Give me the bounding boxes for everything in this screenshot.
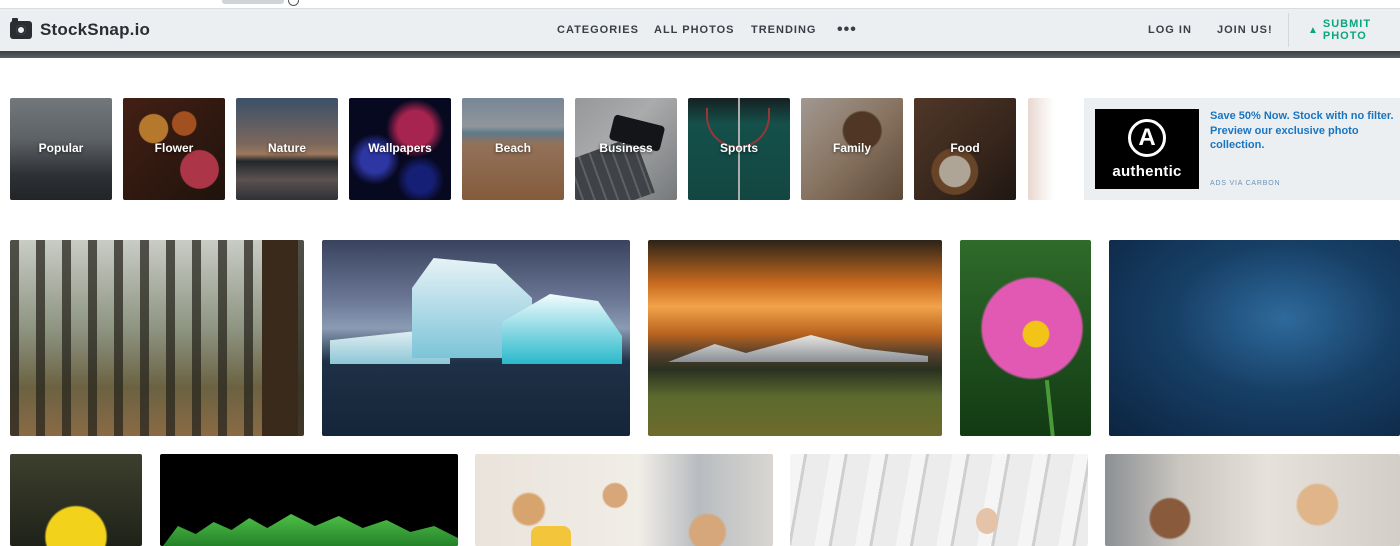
- category-label: Food: [950, 141, 980, 155]
- carbon-ad[interactable]: A authentic Save 50% Now. Stock with no …: [1084, 98, 1400, 200]
- category-tile-sports[interactable]: Sports: [688, 98, 790, 200]
- photo-bee-flower[interactable]: [960, 240, 1091, 436]
- ad-logo[interactable]: A authentic: [1095, 109, 1199, 189]
- photo-forest[interactable]: [10, 240, 304, 436]
- browser-top-strip: [0, 0, 1400, 9]
- category-tile-family[interactable]: Family: [801, 98, 903, 200]
- category-tile-partial[interactable]: [1028, 98, 1054, 200]
- upload-icon: ▲: [1308, 24, 1319, 36]
- photo-family-living-room[interactable]: [1105, 454, 1400, 546]
- stem-shape: [1044, 379, 1056, 436]
- nav-trending[interactable]: TRENDING: [751, 9, 816, 51]
- photo-man-stairs[interactable]: [790, 454, 1088, 546]
- site-logo[interactable]: StockSnap.io: [10, 18, 151, 40]
- header-shadow-band: [0, 51, 1400, 58]
- category-label: Family: [832, 141, 871, 155]
- category-tile-beach[interactable]: Beach: [462, 98, 564, 200]
- ads-via-carbon-link[interactable]: ADS VIA CARBON: [1210, 180, 1280, 187]
- tree-trunk-shape: [262, 240, 298, 436]
- browser-reload-icon[interactable]: [288, 0, 299, 6]
- mountain-shape: [668, 335, 928, 362]
- nav-all-photos-label[interactable]: ALL PHOTOS: [654, 24, 735, 36]
- join-link[interactable]: JOIN US!: [1217, 24, 1273, 36]
- site-header: StockSnap.io CATEGORIES ALL PHOTOS TREND…: [0, 9, 1400, 51]
- category-tile-flower[interactable]: Flower: [123, 98, 225, 200]
- category-tile-popular[interactable]: Popular: [10, 98, 112, 200]
- ad-logo-text: authentic: [1112, 162, 1182, 180]
- nav-more-menu[interactable]: •••: [837, 9, 857, 51]
- category-label: Business: [599, 141, 653, 155]
- ad-body-link[interactable]: Save 50% Now. Stock with no filter. Prev…: [1210, 109, 1398, 153]
- category-tile-wallpapers[interactable]: Wallpapers: [349, 98, 451, 200]
- camera-icon: [10, 18, 32, 39]
- category-label: Flower: [154, 141, 194, 155]
- category-label: Wallpapers: [368, 141, 432, 155]
- category-label: Sports: [719, 141, 758, 155]
- nav-join[interactable]: JOIN US!: [1217, 9, 1273, 51]
- nav-all-photos[interactable]: ALL PHOTOS: [654, 9, 735, 51]
- nav-log-in[interactable]: LOG IN: [1148, 9, 1192, 51]
- log-in-link[interactable]: LOG IN: [1148, 24, 1192, 36]
- nav-categories[interactable]: CATEGORIES: [557, 9, 639, 51]
- shirt-shape: [531, 526, 571, 546]
- nav-categories-label[interactable]: CATEGORIES: [557, 24, 639, 36]
- a-circle-icon: A: [1128, 118, 1166, 157]
- category-tile-business[interactable]: Business: [575, 98, 677, 200]
- photo-green-leaf[interactable]: [160, 454, 458, 546]
- category-tile-food[interactable]: Food: [914, 98, 1016, 200]
- logo-text: StockSnap.io: [40, 20, 151, 39]
- browser-tab-fragment[interactable]: [222, 0, 284, 4]
- category-tile-nature[interactable]: Nature: [236, 98, 338, 200]
- category-label: Popular: [38, 141, 84, 155]
- photo-family-kitchen[interactable]: [475, 454, 773, 546]
- photo-yellow-flower[interactable]: [10, 454, 142, 546]
- category-label: Beach: [494, 141, 532, 155]
- more-icon[interactable]: •••: [837, 21, 857, 39]
- submit-photo-button[interactable]: ▲ SUBMIT PHOTO: [1308, 9, 1400, 51]
- category-label: Nature: [267, 141, 306, 155]
- photo-night-sky[interactable]: [1109, 240, 1400, 436]
- photo-iceberg[interactable]: [322, 240, 630, 436]
- submit-photo-label[interactable]: SUBMIT PHOTO: [1323, 18, 1400, 42]
- leaf-shape: [160, 514, 458, 546]
- photo-mountain-sunset[interactable]: [648, 240, 942, 436]
- nav-trending-label[interactable]: TRENDING: [751, 24, 816, 36]
- person-shape: [976, 508, 998, 534]
- header-divider: [1288, 13, 1289, 47]
